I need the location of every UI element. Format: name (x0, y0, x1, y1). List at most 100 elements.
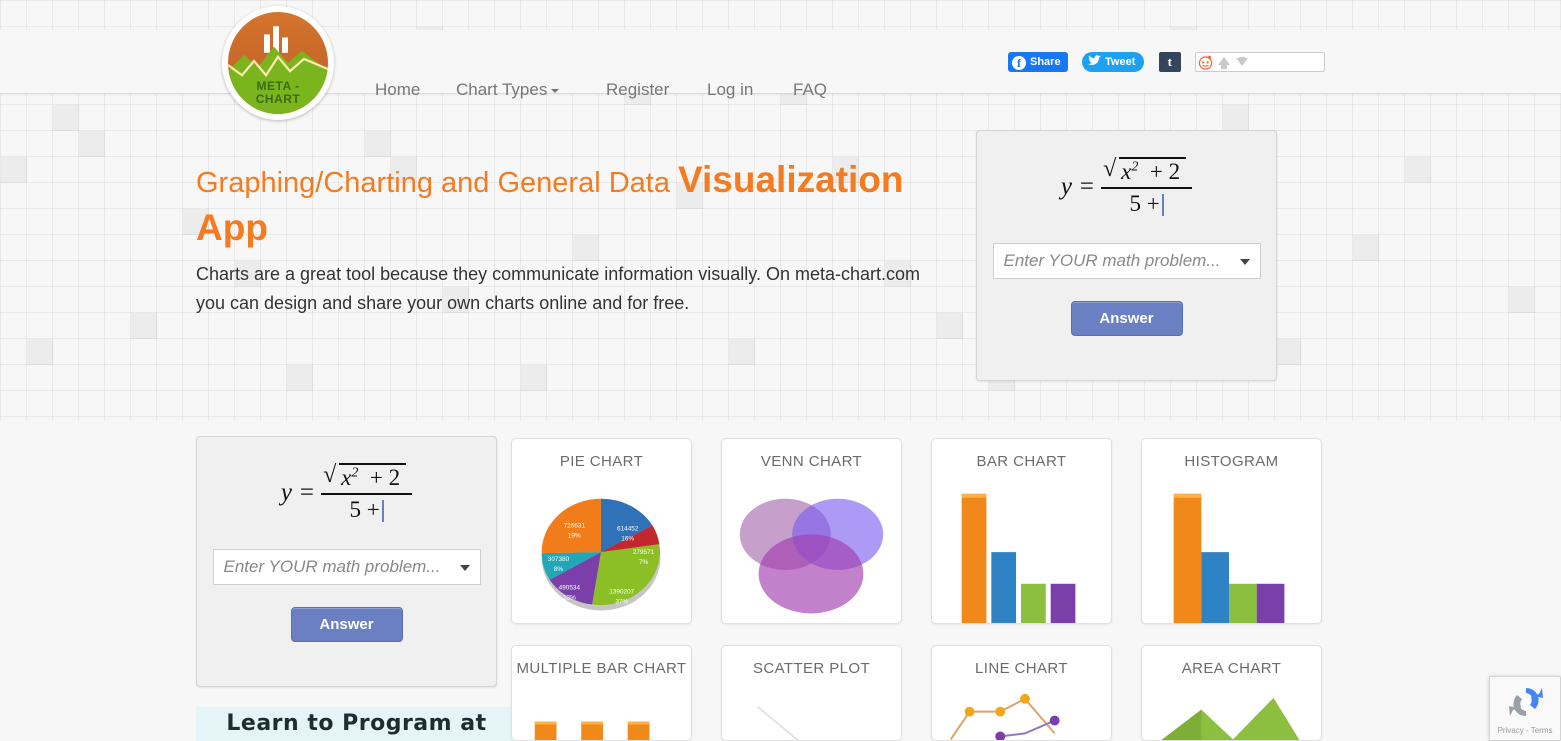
nav-item-faq[interactable]: FAQ (793, 80, 827, 100)
math-problem-input-sidebar[interactable]: Enter YOUR math problem... (212, 549, 481, 585)
formula-variable-x: x (1121, 159, 1132, 184)
formula-plus-two: + 2 (369, 465, 401, 490)
nav-item-label: Log in (707, 80, 754, 99)
svg-text:490534: 490534 (559, 585, 581, 592)
page-title-strong: Visualization (678, 159, 904, 200)
twitter-tweet-label: Tweet (1105, 56, 1136, 68)
chart-tile-line[interactable]: LINE CHART (931, 645, 1112, 741)
answer-button-hero[interactable]: Answer (1070, 301, 1183, 336)
nav-item-chart-types[interactable]: Chart Types (456, 80, 560, 100)
page-title: Graphing/Charting and General Data Visua… (196, 157, 956, 250)
bar-chart-art (961, 493, 1076, 623)
grid-accent-cell (365, 131, 391, 157)
social-share-bar: f Share Tweet t (1008, 52, 1326, 72)
reddit-vote-widget[interactable] (1195, 52, 1326, 72)
svg-text:16%: 16% (621, 535, 634, 542)
page-title-line-2: App (196, 207, 268, 248)
histogram-art (1173, 493, 1285, 623)
recaptcha-badge[interactable]: Privacy - Terms (1489, 676, 1561, 741)
formula-denominator: 5 + (1129, 191, 1160, 216)
page-title-plain: Graphing/Charting and General Data (196, 167, 679, 199)
grid-accent-cell (521, 365, 547, 391)
line-chart-art (949, 693, 1060, 740)
tumblr-share-button[interactable]: t (1158, 52, 1181, 72)
formula-denominator: 5 + (349, 497, 380, 522)
page-title-line-1: Graphing/Charting and General Data Visua… (196, 157, 956, 206)
chart-tile-title: VENN CHART (760, 453, 863, 470)
nav-item-label: Home (375, 80, 421, 99)
grid-accent-cell (53, 105, 79, 131)
intro-paragraph: Charts are a great tool because they com… (196, 264, 920, 313)
svg-text:614452: 614452 (617, 525, 639, 532)
math-formula-display: y = √ x2 + 2 5 + (197, 463, 496, 523)
chart-tile-title: HISTOGRAM (1184, 453, 1279, 470)
grid-accent-cell (1223, 105, 1249, 131)
area-chart-art (1161, 697, 1300, 740)
logo-line-1: META - (256, 79, 300, 93)
chart-tile-bar[interactable]: BAR CHART (931, 438, 1112, 624)
chart-tile-title: MULTIPLE BAR CHART (516, 660, 687, 677)
facebook-share-label: Share (1030, 56, 1061, 68)
svg-text:1390207: 1390207 (609, 589, 634, 596)
svg-text:13%: 13% (563, 595, 576, 602)
reddit-alien-icon (1197, 54, 1215, 70)
answer-button-sidebar[interactable]: Answer (290, 607, 403, 642)
formula-exponent: 2 (351, 465, 359, 481)
square-root-icon: √ (323, 462, 337, 488)
grid-accent-cell (1509, 287, 1535, 313)
learn-to-program-banner[interactable]: Learn to Program at (196, 707, 517, 741)
twitter-bird-icon (1088, 55, 1102, 66)
recaptcha-text: Privacy - Terms (1497, 726, 1553, 735)
formula-plus-two: + 2 (1149, 159, 1181, 184)
nav-item-login[interactable]: Log in (707, 80, 753, 100)
nav-item-label: FAQ (793, 80, 828, 99)
chart-tile-title: AREA CHART (1181, 660, 1282, 677)
reddit-downvote-stem (1239, 57, 1246, 61)
twitter-tweet-button[interactable]: Tweet (1082, 52, 1145, 72)
svg-text:19%: 19% (568, 532, 581, 539)
math-problem-placeholder: Enter YOUR math problem... (223, 557, 441, 576)
svg-text:726631: 726631 (564, 522, 586, 529)
text-cursor (381, 500, 384, 522)
math-problem-input-hero[interactable]: Enter YOUR math problem... (992, 243, 1261, 279)
chart-tile-histogram[interactable]: HISTOGRAM (1141, 438, 1322, 624)
nav-item-home[interactable]: Home (375, 80, 420, 100)
formula-exponent: 2 (1131, 159, 1139, 175)
math-formula-display: y = √ x2 + 2 5 + (977, 157, 1276, 217)
multiple-bar-chart-art (534, 721, 650, 740)
nav-item-label: Register (606, 80, 670, 99)
chart-tile-title: LINE CHART (975, 660, 1068, 677)
math-problem-placeholder: Enter YOUR math problem... (1003, 251, 1221, 270)
chart-tile-pie[interactable]: PIE CHART 614452 16% 279571 7% 1390207 37% … (511, 438, 692, 624)
learn-banner-text: Learn to Program at (226, 711, 487, 736)
grid-accent-cell (1353, 235, 1379, 261)
grid-accent-cell (729, 339, 755, 365)
logo-line-2: CHART (255, 92, 301, 106)
grid-accent-cell (1275, 339, 1301, 365)
formula-variable-x: x (341, 465, 352, 490)
formula-y-equals: y = (1060, 173, 1096, 200)
chart-tile-area[interactable]: AREA CHART (1141, 645, 1322, 741)
chart-tile-multiple-bar[interactable]: MULTIPLE BAR CHART (511, 645, 692, 741)
grid-accent-cell (1, 157, 27, 183)
svg-text:8%: 8% (554, 566, 564, 573)
chart-tile-title: BAR CHART (976, 453, 1067, 470)
chart-tile-title: SCATTER PLOT (752, 660, 871, 677)
tumblr-label: t (1167, 54, 1173, 69)
chart-tile-venn[interactable]: VENN CHART (721, 438, 902, 624)
nav-item-register[interactable]: Register (606, 80, 669, 100)
logo-text: META - CHART (228, 80, 328, 106)
grid-accent-cell (287, 365, 313, 391)
facebook-share-button[interactable]: f Share (1008, 52, 1068, 72)
site-logo[interactable]: META - CHART (222, 6, 334, 120)
logo-badge: META - CHART (228, 12, 328, 114)
venn-chart-art (739, 498, 884, 614)
grid-accent-cell (27, 339, 53, 365)
chart-tile-title: PIE CHART (559, 453, 644, 470)
chevron-down-icon (551, 88, 560, 93)
reddit-upvote-stem (1221, 64, 1228, 69)
svg-text:37%: 37% (615, 599, 628, 606)
nav-item-label: Chart Types (456, 80, 548, 99)
chart-tile-scatter[interactable]: SCATTER PLOT (721, 645, 902, 741)
chevron-down-icon (459, 565, 470, 571)
